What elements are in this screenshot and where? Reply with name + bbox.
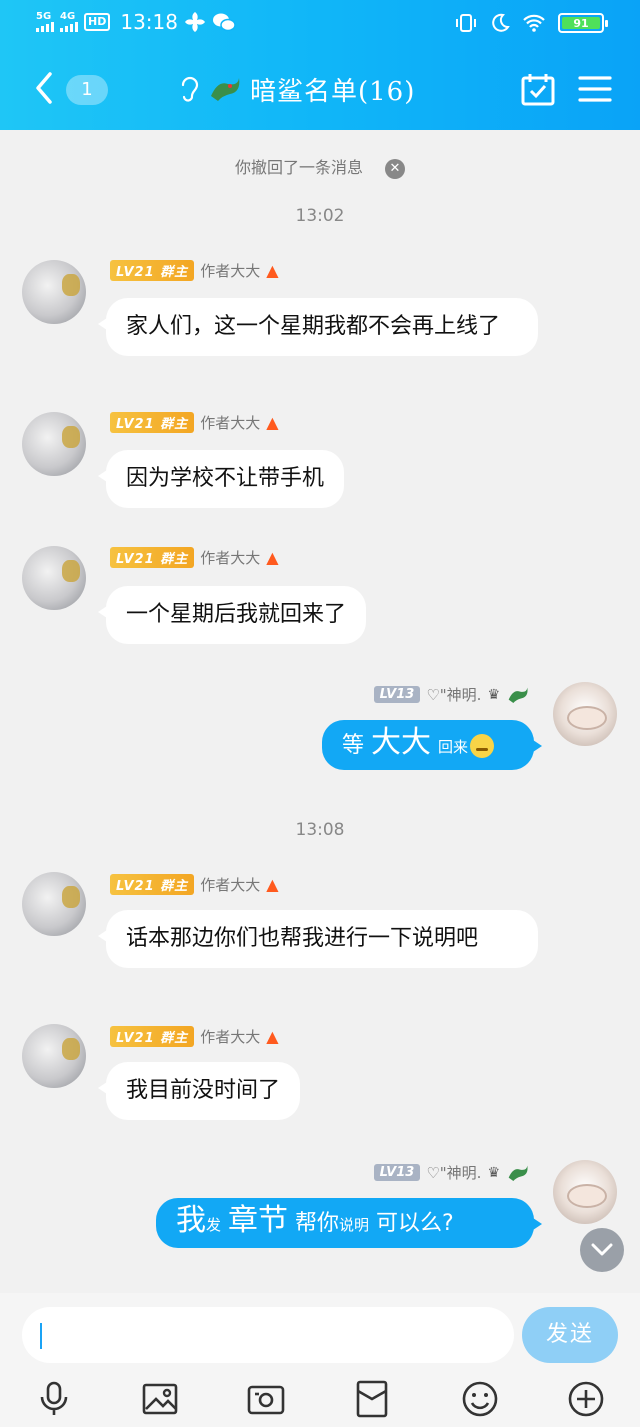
input-bar: 发送 xyxy=(0,1293,640,1427)
dragon-emoji-icon xyxy=(508,1165,528,1181)
emoji-icon[interactable] xyxy=(460,1379,500,1419)
message-bubble[interactable]: 话本那边你们也帮我进行一下说明吧 xyxy=(98,910,538,968)
level-badge: LV21 群主 xyxy=(110,874,195,895)
vibrate-icon xyxy=(456,14,476,32)
crown-icon: ♛ xyxy=(487,686,500,703)
message-bubble[interactable]: 家人们，这一个星期我都不会再上线了 xyxy=(98,298,538,356)
avatar-self[interactable] xyxy=(553,682,617,746)
close-icon[interactable]: ✕ xyxy=(385,158,405,179)
fan-icon xyxy=(184,12,205,32)
nav-bar: 1 暗鲨名单(16) xyxy=(0,46,640,130)
calendar-check-icon[interactable] xyxy=(520,72,556,108)
sender-meta: LV13 ♡"神明. ♛ xyxy=(373,684,530,705)
sender-meta: LV21 群主 作者大大 ▲ xyxy=(110,547,279,568)
level-badge: LV21 群主 xyxy=(110,1026,195,1047)
fire-icon: ▲ xyxy=(266,261,279,280)
page-title: 暗鲨名单(16) xyxy=(250,76,416,107)
fire-icon: ▲ xyxy=(266,548,279,567)
avatar-self[interactable] xyxy=(553,1160,617,1224)
send-button[interactable]: 发送 xyxy=(522,1307,618,1363)
mic-icon[interactable] xyxy=(34,1379,74,1419)
status-time: 13:18 xyxy=(120,10,178,34)
chevron-down-icon xyxy=(591,1243,613,1256)
message-bubble[interactable]: 我目前没时间了 xyxy=(97,1062,301,1120)
sender-name: ♡"神明. xyxy=(426,686,482,704)
level-badge: LV13 xyxy=(373,686,421,703)
sender-name: ♡"神明. xyxy=(426,1164,482,1182)
signal-5g-icon: 5G xyxy=(36,12,54,32)
ear-icon xyxy=(181,76,199,102)
sender-name: 作者大大 xyxy=(200,262,261,280)
wifi-icon xyxy=(523,14,545,32)
text-caret xyxy=(40,1323,42,1349)
image-icon[interactable] xyxy=(140,1379,180,1419)
wechat-icon xyxy=(212,13,236,32)
back-icon[interactable] xyxy=(30,70,60,106)
sender-name: 作者大大 xyxy=(200,549,261,567)
header: 5G 4G HD 13:18 91 1 暗鲨名单(16) xyxy=(0,0,640,130)
chat-title[interactable]: 暗鲨名单(16) xyxy=(178,72,416,107)
moon-icon xyxy=(492,13,510,32)
avatar[interactable] xyxy=(22,872,86,936)
battery-icon: 91 xyxy=(558,13,608,33)
dragon-emoji-icon xyxy=(508,687,528,703)
message-bubble[interactable]: 因为学校不让带手机 xyxy=(97,450,345,508)
camera-icon[interactable] xyxy=(246,1379,286,1419)
fire-icon: ▲ xyxy=(266,875,279,894)
hd-icon: HD xyxy=(84,13,111,31)
dragon-emoji-icon xyxy=(211,78,240,101)
sender-name: 作者大大 xyxy=(200,414,261,432)
scroll-to-bottom-button[interactable] xyxy=(580,1228,624,1272)
fire-icon: ▲ xyxy=(266,413,279,432)
timestamp: 13:02 xyxy=(295,206,345,226)
sender-meta: LV21 群主 作者大大 ▲ xyxy=(110,1026,279,1047)
message-input[interactable] xyxy=(22,1307,514,1363)
emoji-face-icon xyxy=(470,734,495,758)
level-badge: LV21 群主 xyxy=(110,412,195,433)
message-bubble-self[interactable]: 我发 章节 帮你说明 可以么? xyxy=(156,1198,542,1248)
red-packet-icon[interactable] xyxy=(352,1379,392,1419)
level-badge: LV21 群主 xyxy=(110,260,195,281)
message-bubble-self[interactable]: 等 大大 回来 xyxy=(322,720,542,770)
recall-notice: 你撤回了一条消息 ✕ xyxy=(0,154,640,179)
plus-icon[interactable] xyxy=(566,1379,606,1419)
avatar[interactable] xyxy=(22,546,86,610)
avatar[interactable] xyxy=(22,260,86,324)
unread-count-badge[interactable]: 1 xyxy=(66,75,108,105)
sender-name: 作者大大 xyxy=(200,876,261,894)
sender-name: 作者大大 xyxy=(200,1028,261,1046)
status-bar: 5G 4G HD 13:18 91 xyxy=(0,0,640,46)
avatar[interactable] xyxy=(22,1024,86,1088)
message-bubble[interactable]: 一个星期后我就回来了 xyxy=(97,586,367,644)
fire-icon: ▲ xyxy=(266,1027,279,1046)
sender-meta: LV21 群主 作者大大 ▲ xyxy=(110,874,279,895)
menu-icon[interactable] xyxy=(578,74,612,104)
level-badge: LV13 xyxy=(373,1164,421,1181)
chat-list[interactable]: 你撤回了一条消息 ✕ 13:02 LV21 群主 作者大大 ▲ 家人们，这一个星期… xyxy=(0,130,640,1293)
sender-meta: LV21 群主 作者大大 ▲ xyxy=(110,260,279,281)
timestamp: 13:08 xyxy=(295,820,345,840)
avatar[interactable] xyxy=(22,412,86,476)
signal-4g-icon: 4G xyxy=(60,12,78,32)
sender-meta: LV21 群主 作者大大 ▲ xyxy=(110,412,279,433)
sender-meta: LV13 ♡"神明. ♛ xyxy=(373,1162,530,1183)
level-badge: LV21 群主 xyxy=(110,547,195,568)
input-toolbar xyxy=(0,1375,640,1427)
crown-icon: ♛ xyxy=(487,1164,500,1181)
